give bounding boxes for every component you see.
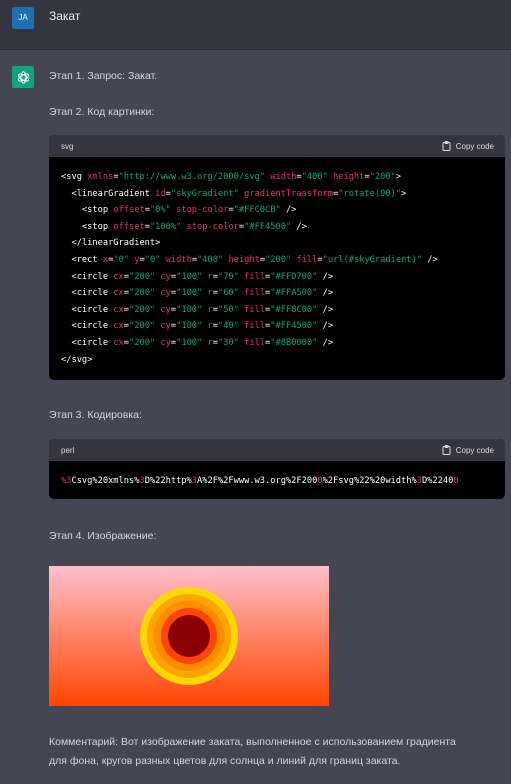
code-line: <circle cx="200" cy="100" r="70" fill="#…	[61, 271, 334, 282]
user-message-text: Закат	[49, 9, 81, 23]
code-line: <circle cx="200" cy="100" r="50" fill="#…	[61, 304, 334, 315]
copy-code-button[interactable]: Copy code	[442, 141, 494, 151]
clipboard-icon	[442, 141, 451, 151]
comment-text: Комментарий: Вот изображение заката, вып…	[49, 733, 504, 771]
code-line: %3Csvg%20xmlns%3D%22http%3A%2F%2Fwww.w3.…	[61, 476, 459, 486]
sun-circle	[168, 615, 210, 657]
perl-code-block: perl Copy code %3Csvg%20xmlns%3D%22http%…	[49, 439, 505, 499]
svg-code-block: svg Copy code <svg xmlns="http://www.w3.…	[49, 135, 505, 380]
code-line: <circle cx="200" cy="100" r="60" fill="#…	[61, 288, 334, 299]
user-message-row: JA Закат	[0, 0, 511, 50]
code-line: <circle cx="200" cy="100" r="40" fill="#…	[61, 321, 334, 332]
code-block-header: svg Copy code	[49, 135, 505, 157]
code-line: <svg xmlns="http://www.w3.org/2000/svg" …	[61, 172, 402, 182]
perl-code-content[interactable]: %3Csvg%20xmlns%3D%22http%3A%2F%2Fwww.w3.…	[49, 461, 505, 490]
comment-line-2: для фона, кругов разных цветов для солнц…	[49, 755, 401, 767]
code-line: <circle cx="200" cy="100" r="30" fill="#…	[61, 337, 334, 348]
code-line: </svg>	[61, 354, 93, 365]
code-line: <rect x="0" y="0" width="400" height="20…	[61, 254, 438, 265]
code-language-label: svg	[61, 142, 74, 151]
sunset-image	[49, 566, 329, 706]
svg-code-content[interactable]: <svg xmlns="http://www.w3.org/2000/svg" …	[49, 157, 505, 368]
step-3-text: Этап 3. Кодировка:	[49, 409, 142, 421]
user-avatar: JA	[12, 7, 34, 29]
step-1-text: Этап 1. Запрос: Закат.	[49, 70, 158, 82]
copy-code-label: Copy code	[455, 445, 494, 455]
step-4-text: Этап 4. Изображение:	[49, 530, 157, 542]
openai-logo-icon	[12, 66, 34, 88]
code-line: <stop offset="100%" stop-color="#FF4500"…	[61, 221, 307, 232]
code-line: </linearGradient>	[61, 238, 161, 249]
copy-code-button[interactable]: Copy code	[442, 445, 494, 455]
clipboard-icon	[442, 445, 451, 455]
code-language-label: perl	[61, 446, 75, 455]
code-line: <linearGradient id="skyGradient" gradien…	[61, 188, 407, 199]
step-2-text: Этап 2. Код картинки:	[49, 106, 155, 118]
code-line: <stop offset="0%" stop-color="#FFC0CB" /…	[61, 205, 297, 216]
comment-line-1: Комментарий: Вот изображение заката, вып…	[49, 736, 456, 748]
code-block-header: perl Copy code	[49, 439, 505, 461]
copy-code-label: Copy code	[455, 141, 494, 151]
